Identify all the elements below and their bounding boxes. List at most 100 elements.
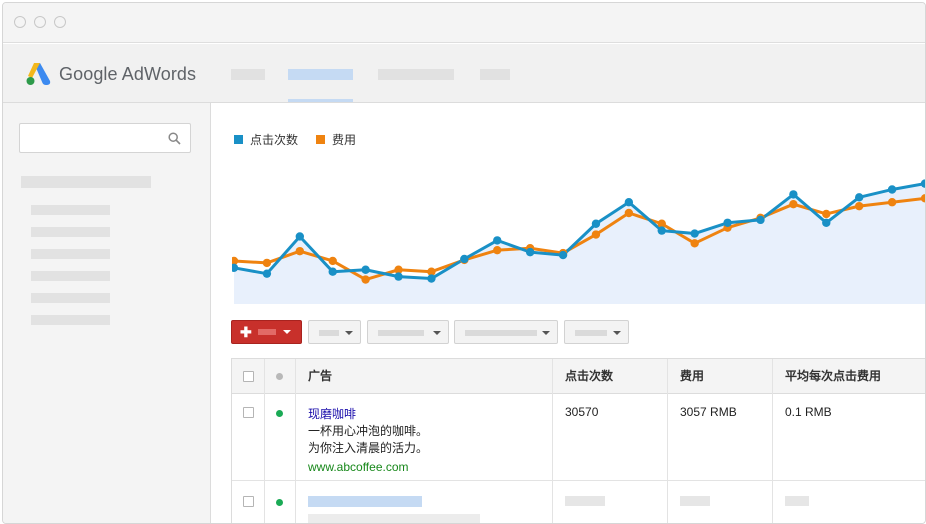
data-point-clicks[interactable]	[657, 226, 666, 235]
data-point-clicks[interactable]	[690, 229, 699, 238]
select-all-checkbox[interactable]	[243, 371, 254, 382]
app-header: Google AdWords	[3, 44, 925, 103]
legend-item-clicks[interactable]: 点击次数	[234, 131, 298, 148]
row-checkbox[interactable]	[243, 407, 254, 418]
data-point-clicks[interactable]	[525, 247, 535, 257]
data-point-clicks[interactable]	[262, 269, 272, 278]
status-active-dot	[276, 410, 283, 417]
data-point-clicks[interactable]	[624, 198, 634, 207]
add-button[interactable]: ✚	[231, 320, 302, 344]
ad-line-placeholder	[308, 514, 480, 523]
legend-item-cost[interactable]: 费用	[316, 131, 356, 148]
dropdown-label-placeholder	[465, 330, 537, 336]
filter-dropdown-2[interactable]	[367, 320, 449, 344]
sidebar-item[interactable]	[31, 205, 110, 215]
data-point-cost[interactable]	[854, 201, 864, 211]
sidebar-item[interactable]	[31, 271, 110, 281]
column-header-avg-cpc[interactable]: 平均每次点击费用	[773, 359, 881, 394]
data-point-clicks[interactable]	[789, 190, 798, 199]
table-header: 广告 点击次数 费用 平均每次点击费用	[232, 359, 925, 394]
data-point-clicks[interactable]	[328, 267, 337, 276]
window-maximize-button[interactable]	[54, 16, 66, 28]
filter-dropdown-3[interactable]	[454, 320, 558, 344]
nav-tab-4[interactable]	[480, 69, 510, 80]
data-point-cost[interactable]	[789, 199, 798, 209]
cell-placeholder	[680, 496, 710, 506]
data-point-cost[interactable]	[493, 245, 502, 255]
add-button-label-placeholder	[257, 329, 276, 335]
main-content: 点击次数 费用 ✚ 广告 点击次数 费用 平均每次点击费用 现磨咖啡 一杯用心冲…	[212, 103, 925, 523]
data-point-clicks[interactable]	[394, 272, 403, 281]
ad-description-line-2: 为你注入清晨的活力。	[308, 441, 429, 455]
sidebar-item[interactable]	[31, 315, 110, 325]
data-point-clicks[interactable]	[822, 218, 831, 227]
dropdown-label-placeholder	[575, 330, 607, 336]
data-point-cost[interactable]	[328, 256, 337, 266]
data-point-clicks[interactable]	[493, 236, 502, 245]
sidebar-heading-placeholder	[21, 176, 151, 188]
data-point-cost[interactable]	[822, 209, 831, 219]
performance-line-chart	[232, 179, 925, 304]
cell-clicks: 30570	[565, 405, 599, 419]
sidebar-item[interactable]	[31, 249, 110, 259]
window-titlebar	[3, 3, 925, 43]
cell-avg-cpc: 0.1 RMB	[785, 405, 832, 419]
filter-dropdown-4[interactable]	[564, 320, 629, 344]
legend-label-clicks: 点击次数	[250, 133, 299, 147]
data-point-clicks[interactable]	[854, 193, 864, 202]
chart-legend: 点击次数 费用	[234, 131, 374, 148]
table-row[interactable]: 现磨咖啡 一杯用心冲泡的咖啡。 为你注入清晨的活力。 www.abcoffee.…	[232, 394, 925, 481]
sidebar-item[interactable]	[31, 227, 110, 237]
browser-window: Google AdWords 点击次数 费用 ✚ 广告 点击次数 费用 平均每次…	[2, 2, 926, 524]
nav-tab-1[interactable]	[231, 69, 265, 80]
data-point-cost[interactable]	[887, 198, 897, 207]
plus-icon: ✚	[240, 324, 252, 340]
cell-placeholder	[785, 496, 809, 506]
data-point-cost[interactable]	[591, 230, 601, 239]
data-point-cost[interactable]	[295, 246, 305, 256]
nav-tab-3[interactable]	[378, 69, 454, 80]
data-point-cost[interactable]	[262, 258, 272, 268]
window-close-button[interactable]	[14, 16, 26, 28]
sidebar	[3, 103, 211, 523]
chevron-down-icon	[282, 330, 291, 334]
adwords-logo-icon	[26, 63, 51, 85]
legend-swatch-clicks	[234, 135, 243, 144]
data-point-clicks[interactable]	[756, 215, 765, 225]
search-icon[interactable]	[168, 132, 181, 145]
data-point-clicks[interactable]	[361, 265, 370, 274]
ad-display-url: www.abcoffee.com	[308, 460, 409, 474]
sidebar-search-box	[19, 123, 191, 153]
chevron-down-icon	[613, 331, 621, 335]
filter-dropdown-1[interactable]	[308, 320, 361, 344]
chevron-down-icon	[542, 331, 550, 335]
data-point-clicks[interactable]	[591, 219, 601, 228]
sidebar-item[interactable]	[31, 293, 110, 303]
data-point-clicks[interactable]	[295, 232, 305, 241]
data-point-clicks[interactable]	[427, 274, 436, 283]
dropdown-label-placeholder	[378, 330, 424, 336]
active-tab-indicator	[288, 99, 353, 102]
data-point-cost[interactable]	[361, 275, 370, 284]
legend-swatch-cost	[316, 135, 326, 144]
ad-headline-placeholder	[308, 496, 422, 507]
table-row-placeholder[interactable]	[232, 482, 925, 523]
ad-headline-link[interactable]: 现磨咖啡	[308, 405, 356, 422]
data-point-clicks[interactable]	[460, 254, 469, 264]
data-point-clicks[interactable]	[887, 185, 897, 194]
column-header-clicks[interactable]: 点击次数	[553, 359, 613, 394]
data-point-clicks[interactable]	[723, 218, 732, 227]
column-header-cost[interactable]: 费用	[668, 359, 704, 394]
column-header-ad[interactable]: 广告	[296, 359, 332, 394]
data-point-cost[interactable]	[624, 208, 634, 218]
data-point-cost[interactable]	[690, 239, 699, 248]
cell-cost: 3057 RMB	[680, 405, 737, 419]
adwords-logo[interactable]: Google AdWords	[25, 61, 196, 87]
nav-tab-2-active[interactable]	[288, 69, 353, 80]
window-minimize-button[interactable]	[34, 16, 46, 28]
dropdown-label-placeholder	[319, 330, 339, 336]
search-input[interactable]	[20, 124, 160, 152]
row-checkbox[interactable]	[243, 496, 254, 507]
data-point-clicks[interactable]	[558, 250, 568, 260]
status-active-dot	[276, 499, 283, 506]
